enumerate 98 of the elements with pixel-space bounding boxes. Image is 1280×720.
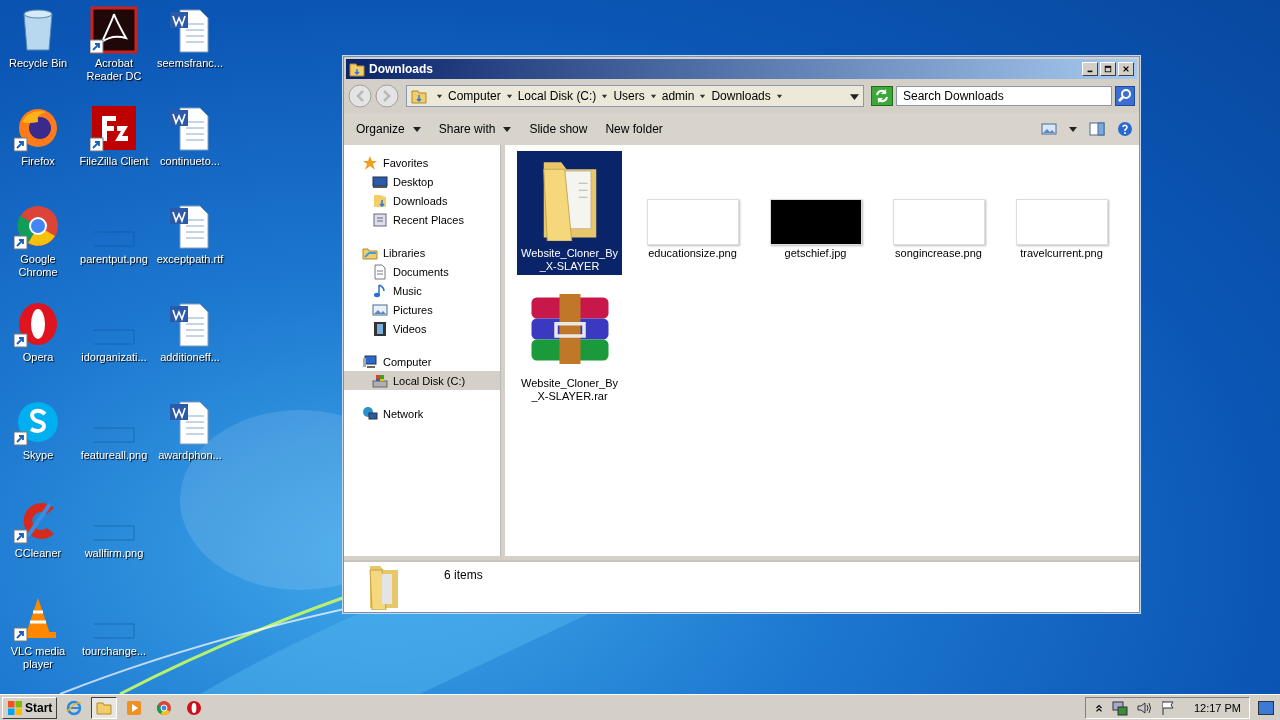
- network-icon: [362, 405, 378, 422]
- nav-item[interactable]: Desktop: [344, 172, 500, 191]
- desktop-icon-label[interactable]: Recycle Bin: [8, 57, 68, 70]
- desktop-icon-label[interactable]: VLC media player: [0, 645, 76, 671]
- refresh-button[interactable]: [871, 86, 893, 106]
- address-bar[interactable]: Computer Local Disk (C:) Users admin Downloads: [406, 85, 864, 107]
- file-item[interactable]: educationsize.png: [640, 151, 745, 275]
- help-icon[interactable]: [1117, 121, 1133, 137]
- caret-icon: [503, 125, 512, 133]
- desktop-icon-label[interactable]: idorganizati...: [81, 351, 147, 364]
- pictures-icon: [372, 301, 388, 318]
- flag-icon[interactable]: [1159, 699, 1176, 716]
- desktop-icon-label[interactable]: Opera: [22, 351, 54, 364]
- show-desktop-icon[interactable]: [1258, 700, 1274, 715]
- nav-item[interactable]: Recent Places: [344, 210, 500, 229]
- document-icon: [372, 263, 388, 280]
- start-logo: [7, 699, 23, 716]
- toolbar-button[interactable]: Slide show: [523, 119, 594, 139]
- toolbar-button[interactable]: New folder: [599, 119, 669, 139]
- desktop-icon-label[interactable]: wallfirm.png: [84, 547, 144, 560]
- desktop-icon-label[interactable]: FileZilla Client: [79, 155, 149, 168]
- desktop-icon-label[interactable]: Acrobat Reader DC: [76, 57, 152, 83]
- volume-icon[interactable]: [1135, 699, 1152, 716]
- nav-item[interactable]: Pictures: [344, 300, 500, 319]
- preview-pane-icon[interactable]: [1089, 121, 1105, 137]
- close-icon: [1121, 65, 1131, 73]
- chrome-icon: [156, 699, 173, 716]
- computer-icon: [362, 353, 378, 370]
- close-button[interactable]: [1118, 62, 1134, 76]
- caret-icon: [412, 125, 421, 133]
- file-item[interactable]: Website_Cloner_By_X-SLAYER.rar: [517, 281, 622, 405]
- disk-icon: [372, 372, 388, 389]
- clock[interactable]: 12:17 PM: [1193, 701, 1241, 714]
- music-icon: [372, 282, 388, 299]
- caret-icon[interactable]: [505, 92, 513, 100]
- caret-icon[interactable]: [775, 92, 783, 100]
- toolbar-button[interactable]: Organize: [350, 119, 427, 139]
- toolbar-button[interactable]: Share with: [432, 119, 518, 139]
- breadcrumb-item[interactable]: Downloads: [711, 89, 771, 103]
- file-item[interactable]: travelcurrent.png: [1009, 151, 1114, 275]
- breadcrumb-item[interactable]: Users: [613, 89, 645, 103]
- ie-icon: [66, 699, 83, 716]
- star-icon: [362, 154, 378, 171]
- file-item[interactable]: songincrease.png: [886, 151, 991, 275]
- breadcrumb-item[interactable]: Computer: [448, 89, 501, 103]
- nav-item[interactable]: Music: [344, 281, 500, 300]
- caret-icon[interactable]: [699, 92, 707, 100]
- desktop-icon-label[interactable]: Firefox: [21, 155, 55, 168]
- videos-icon: [372, 320, 388, 337]
- maximize-icon: [1103, 65, 1113, 73]
- taskbar-button[interactable]: [91, 696, 118, 719]
- explorer-icon: [96, 699, 113, 716]
- filezilla-icon[interactable]: [90, 104, 138, 152]
- folder-icon: [411, 88, 427, 104]
- dropdown-icon[interactable]: [850, 91, 859, 101]
- search-icon[interactable]: [1115, 86, 1135, 106]
- desktop-icon-label[interactable]: awardphon...: [158, 449, 222, 462]
- nav-item[interactable]: Libraries: [344, 243, 500, 262]
- desktop-icon-label[interactable]: tourchange...: [81, 645, 147, 658]
- nav-item[interactable]: Favorites: [344, 153, 500, 172]
- nav-item[interactable]: Network: [344, 404, 500, 423]
- caret-icon[interactable]: [649, 92, 657, 100]
- nav-item[interactable]: Computer: [344, 352, 500, 371]
- desktop-icon-label[interactable]: Skype: [22, 449, 54, 462]
- media-icon: [126, 699, 143, 716]
- desktop-icon-label[interactable]: Google Chrome: [0, 253, 76, 279]
- minimize-button[interactable]: [1082, 62, 1098, 76]
- caret-icon[interactable]: [601, 92, 609, 100]
- file-item[interactable]: getschief.jpg: [763, 151, 868, 275]
- nav-item[interactable]: Videos: [344, 319, 500, 338]
- desktop-icon-label[interactable]: CCleaner: [14, 547, 62, 560]
- desktop-icon-label[interactable]: featureall.png: [80, 449, 148, 462]
- desktop-icon-label[interactable]: exceptpath.rtf: [156, 253, 224, 266]
- downloads-icon: [372, 192, 388, 209]
- nav-item[interactable]: Documents: [344, 262, 500, 281]
- acrobat-icon[interactable]: [90, 6, 138, 54]
- desktop-icon-label[interactable]: seemsfranc...: [157, 57, 223, 70]
- network-icon[interactable]: [1111, 699, 1128, 716]
- view-icon[interactable]: [1041, 121, 1057, 137]
- breadcrumb-item[interactable]: admin: [661, 89, 695, 103]
- desktop-icon-label[interactable]: continueto...: [160, 155, 220, 168]
- item-count: 6 items: [444, 568, 483, 582]
- nav-item[interactable]: Downloads: [344, 191, 500, 210]
- maximize-button[interactable]: [1100, 62, 1116, 76]
- desktop-icon-label[interactable]: additioneff...: [160, 351, 220, 364]
- folder-icon: [349, 61, 365, 77]
- search-field[interactable]: Search Downloads: [896, 86, 1112, 106]
- desktop-icon: [372, 173, 388, 190]
- breadcrumb-item[interactable]: Local Disk (C:): [517, 89, 597, 103]
- desktop-icon-label[interactable]: parentput.png: [80, 253, 148, 266]
- opera-icon: [186, 699, 203, 716]
- recent-icon: [372, 211, 388, 228]
- caret-icon[interactable]: [436, 92, 443, 100]
- caret-icon[interactable]: [1069, 125, 1077, 133]
- start-button[interactable]: Start: [2, 696, 58, 719]
- nav-item[interactable]: Local Disk (C:): [344, 371, 500, 390]
- file-item[interactable]: Website_Cloner_By_X-SLAYER: [517, 151, 622, 275]
- window-title: Downloads: [369, 62, 434, 76]
